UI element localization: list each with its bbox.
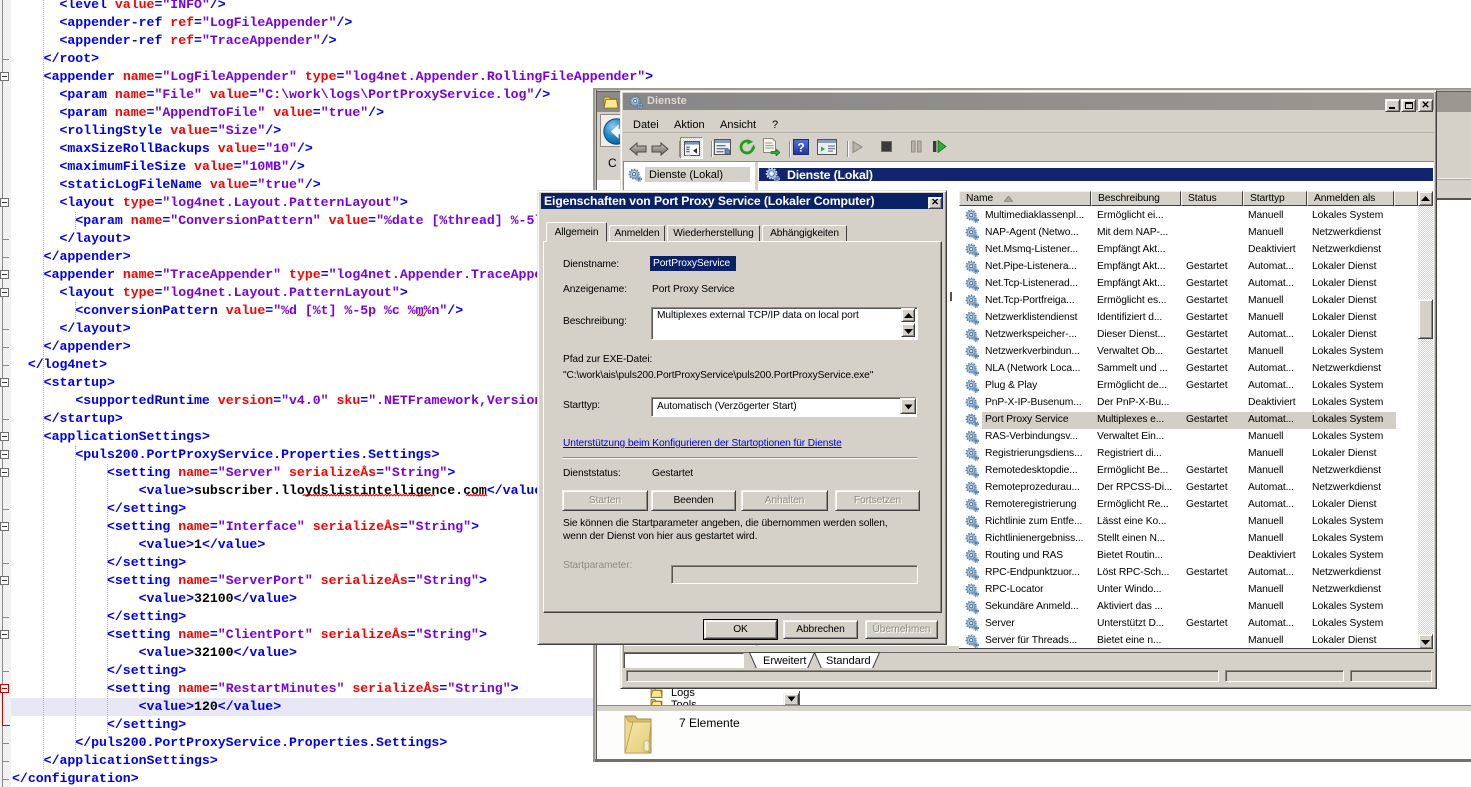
svg-text:?: ? [797,141,804,155]
